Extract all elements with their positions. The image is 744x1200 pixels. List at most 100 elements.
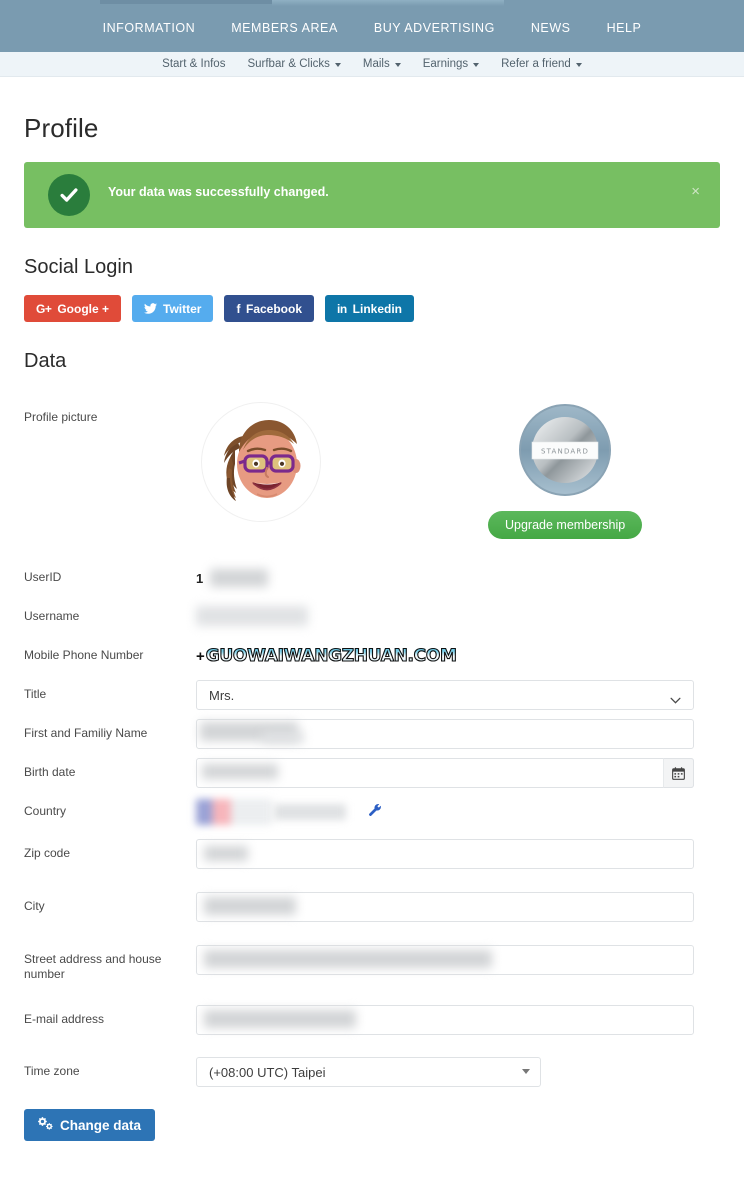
- zip-input[interactable]: [196, 839, 694, 869]
- change-data-label: Change data: [60, 1117, 142, 1133]
- change-data-button[interactable]: Change data: [24, 1109, 156, 1141]
- phone-prefix: +: [196, 647, 205, 665]
- phone-field: + GUOWAIWANGZHUAN.COM: [196, 641, 720, 671]
- phone-label: Mobile Phone Number: [24, 648, 144, 662]
- name-label: First and Familiy Name: [24, 726, 148, 740]
- city-field: [196, 892, 744, 943]
- calendar-icon-button[interactable]: [663, 758, 694, 788]
- page-title: Profile: [24, 113, 99, 143]
- birthdate-field: [196, 758, 720, 788]
- subnav-label: Earnings: [422, 58, 469, 70]
- timezone-field: [196, 1057, 720, 1087]
- nav-highlight-left: [100, 0, 272, 4]
- profile-picture-row: Profile picture STANDARD Upgrade members…: [24, 403, 720, 539]
- chevron-down-icon: [473, 63, 480, 67]
- country-flag-icon: [196, 799, 272, 825]
- membership-column: STANDARD Upgrade membership: [488, 403, 643, 539]
- subnav-label: Mails: [362, 58, 390, 70]
- city-label: City: [24, 899, 45, 913]
- field-row-timezone: Time zone: [24, 1057, 720, 1087]
- email-input[interactable]: [196, 1005, 694, 1035]
- primary-navigation-bar: INFORMATION MEMBERS AREA BUY ADVERTISING…: [0, 0, 744, 52]
- linkedin-icon: in: [337, 301, 347, 316]
- chevron-down-icon: [394, 63, 401, 67]
- field-row-userid: UserID 1: [24, 563, 720, 593]
- userid-field: 1: [196, 563, 720, 593]
- subnav-start-infos[interactable]: Start & Infos: [151, 58, 236, 70]
- country-label: Country: [24, 804, 67, 818]
- social-login-buttons: G+ Google + Twitter f Facebook in Linked…: [24, 295, 720, 322]
- zip-field: [196, 839, 744, 892]
- upgrade-membership-button[interactable]: Upgrade membership: [488, 511, 643, 539]
- subnav-label: Surfbar & Clicks: [247, 58, 330, 70]
- title-field: [196, 680, 720, 710]
- twitter-icon: [144, 303, 158, 314]
- subnav-refer-a-friend[interactable]: Refer a friend: [490, 58, 593, 70]
- secondary-navigation-bar: Start & Infos Surfbar & Clicks Mails Ear…: [0, 52, 744, 77]
- birthdate-label: Birth date: [24, 765, 76, 779]
- country-field: [196, 797, 720, 827]
- alert-message: Your data was successfully changed.: [108, 185, 329, 199]
- city-input[interactable]: [196, 892, 694, 922]
- subnav-surfbar-clicks[interactable]: Surfbar & Clicks: [236, 58, 351, 70]
- close-icon[interactable]: ×: [691, 184, 700, 199]
- field-row-birthdate: Birth date: [24, 758, 720, 788]
- avatar[interactable]: [202, 403, 320, 521]
- profile-picture-label: Profile picture: [24, 410, 98, 424]
- username-value: [196, 602, 694, 632]
- page-content: Profile Your data was successfully chang…: [0, 113, 744, 1141]
- street-input[interactable]: [196, 945, 694, 975]
- timezone-select[interactable]: [196, 1057, 541, 1087]
- street-field: [196, 945, 744, 996]
- title-label: Title: [24, 687, 47, 701]
- birthdate-input[interactable]: [196, 758, 694, 788]
- field-row-street: Street address and house number: [24, 945, 744, 996]
- secondary-nav-list: Start & Infos Surfbar & Clicks Mails Ear…: [151, 58, 593, 70]
- topnav-help[interactable]: HELP: [589, 21, 660, 35]
- google-login-label: Google +: [57, 301, 110, 316]
- data-heading: Data: [24, 350, 67, 372]
- cogs-icon: [38, 1117, 53, 1133]
- redaction-country-name: [274, 804, 346, 820]
- field-row-username: Username: [24, 602, 720, 632]
- topnav-information[interactable]: INFORMATION: [85, 21, 214, 35]
- twitter-login-label: Twitter: [163, 301, 202, 316]
- wrench-icon[interactable]: [368, 803, 382, 822]
- field-row-name: First and Familiy Name: [24, 719, 720, 749]
- linkedin-login-button[interactable]: in Linkedin: [325, 295, 415, 322]
- check-circle-icon: [48, 174, 90, 216]
- google-login-button[interactable]: G+ Google +: [24, 295, 122, 322]
- twitter-login-button[interactable]: Twitter: [132, 295, 214, 322]
- avatar-image: [224, 420, 301, 501]
- street-label: Street address and house number: [24, 952, 162, 981]
- profile-form: UserID 1 Username Mobile Phone Number + …: [24, 563, 744, 1087]
- social-login-heading: Social Login: [24, 256, 133, 278]
- field-row-title: Title: [24, 680, 720, 710]
- name-input[interactable]: [196, 719, 694, 749]
- field-row-city: City: [24, 892, 744, 943]
- field-row-email: E-mail address: [24, 987, 744, 1035]
- topnav-news[interactable]: NEWS: [513, 21, 589, 35]
- field-row-zip: Zip code: [24, 839, 744, 892]
- facebook-login-button[interactable]: f Facebook: [224, 295, 314, 322]
- field-row-phone: Mobile Phone Number + GUOWAIWANGZHUAN.CO…: [24, 641, 720, 671]
- calendar-icon: [672, 766, 685, 780]
- site-watermark: GUOWAIWANGZHUAN.COM: [205, 645, 457, 666]
- chevron-down-icon: [575, 63, 582, 67]
- timezone-label: Time zone: [24, 1064, 80, 1078]
- topnav-buy-advertising[interactable]: BUY ADVERTISING: [356, 21, 513, 35]
- success-alert: Your data was successfully changed. ×: [24, 162, 720, 228]
- subnav-earnings[interactable]: Earnings: [412, 58, 490, 70]
- google-plus-icon: G+: [36, 301, 52, 316]
- subnav-mails[interactable]: Mails: [352, 58, 412, 70]
- title-select[interactable]: [196, 680, 694, 710]
- field-row-country: Country: [24, 797, 720, 827]
- primary-nav-list: INFORMATION MEMBERS AREA BUY ADVERTISING…: [85, 21, 660, 35]
- topnav-members-area[interactable]: MEMBERS AREA: [213, 21, 356, 35]
- linkedin-login-label: Linkedin: [352, 301, 403, 316]
- facebook-icon: f: [236, 301, 240, 316]
- membership-badge: STANDARD: [518, 403, 612, 497]
- email-label: E-mail address: [24, 1012, 105, 1026]
- username-field: [196, 602, 720, 632]
- userid-value: 1: [196, 563, 694, 593]
